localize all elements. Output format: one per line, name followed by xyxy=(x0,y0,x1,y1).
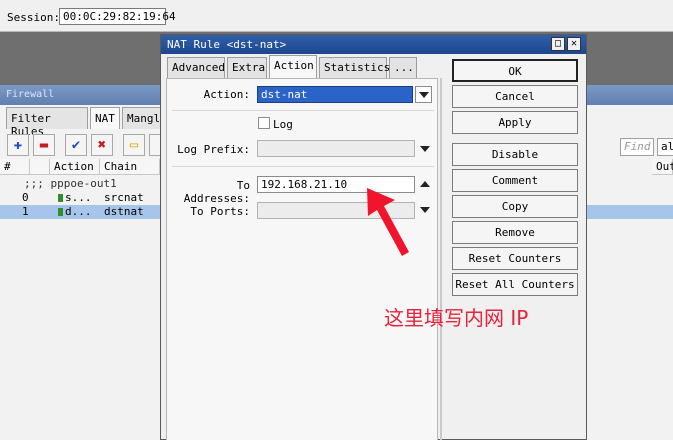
flag-icon xyxy=(58,194,63,202)
enable-button[interactable]: ✔ xyxy=(65,134,87,156)
column-flags[interactable] xyxy=(30,159,50,175)
disable-button[interactable]: Disable xyxy=(452,143,578,166)
maximize-button[interactable]: □ xyxy=(551,37,565,51)
rule-action: s... xyxy=(54,191,96,204)
comment-text: ;;; pppoe-out1 xyxy=(24,177,117,190)
log-prefix-label: Log Prefix: xyxy=(177,143,250,156)
tab-nat[interactable]: NAT xyxy=(90,107,120,129)
tab-mangle[interactable]: Mangle xyxy=(122,107,167,129)
comment-button[interactable]: ▭ xyxy=(123,134,145,156)
column-chain[interactable]: Chain xyxy=(100,159,160,175)
annotation-arrow xyxy=(367,188,409,256)
disable-button[interactable]: ✖ xyxy=(91,134,113,156)
action-select[interactable]: dst-nat xyxy=(257,86,413,103)
action-label: Action: xyxy=(203,88,250,101)
close-button[interactable]: ✕ xyxy=(567,37,581,51)
tab-advanced[interactable]: Advanced xyxy=(167,57,225,78)
rule-chain: dstnat xyxy=(104,205,144,218)
tab-extra[interactable]: Extra xyxy=(227,57,267,78)
cancel-button[interactable]: Cancel xyxy=(452,85,578,108)
rule-action: d... xyxy=(54,205,96,218)
column-action[interactable]: Action xyxy=(50,159,100,175)
arrow-icon xyxy=(367,188,409,256)
log-checkbox[interactable] xyxy=(258,117,270,129)
minus-icon: ▬ xyxy=(39,137,49,153)
remove-button[interactable]: Remove xyxy=(452,221,578,244)
plus-icon: ✚ xyxy=(13,137,23,153)
reset-all-counters-button[interactable]: Reset All Counters xyxy=(452,273,578,296)
divider xyxy=(172,110,434,111)
scope-select[interactable]: al xyxy=(657,138,673,156)
log-label: Log xyxy=(273,118,293,131)
to-addresses-label: To Addresses: xyxy=(183,179,250,205)
tab-statistics[interactable]: Statistics xyxy=(319,57,390,78)
rule-chain: srcnat xyxy=(104,191,144,204)
check-icon: ✔ xyxy=(71,137,81,153)
column-out[interactable]: Out xyxy=(652,159,673,175)
to-ports-label: To Ports: xyxy=(190,205,250,218)
rule-number: 0 xyxy=(22,191,29,204)
dialog-title: NAT Rule <dst-nat> xyxy=(161,35,586,54)
apply-button[interactable]: Apply xyxy=(452,111,578,134)
maximize-icon: □ xyxy=(554,38,562,49)
tab-filter-rules[interactable]: Filter Rules xyxy=(6,107,88,138)
annotation-text: 这里填写内网 IP xyxy=(384,306,529,330)
tab-more[interactable]: ... xyxy=(389,57,417,78)
panel-divider xyxy=(440,78,442,440)
remove-button[interactable]: ▬ xyxy=(33,134,55,156)
divider xyxy=(172,166,434,167)
note-icon: ▭ xyxy=(129,137,139,153)
action-dropdown-button[interactable] xyxy=(415,86,432,103)
find-input[interactable]: Find xyxy=(620,138,654,156)
tab-action[interactable]: Action xyxy=(269,55,317,78)
cross-icon: ✖ xyxy=(97,137,107,153)
column-number[interactable]: # xyxy=(0,159,30,175)
flag-icon xyxy=(58,208,63,216)
rule-number: 1 xyxy=(22,205,29,218)
session-label: Session: xyxy=(7,11,60,24)
chevron-down-icon xyxy=(419,92,429,98)
chevron-down-icon[interactable] xyxy=(420,146,430,152)
comment-button[interactable]: Comment xyxy=(452,169,578,192)
ok-button[interactable]: OK xyxy=(452,59,578,82)
log-prefix-input[interactable] xyxy=(257,140,415,157)
session-field[interactable]: 00:0C:29:82:19:64 xyxy=(59,8,176,25)
add-button[interactable]: ✚ xyxy=(7,134,29,156)
copy-button[interactable]: Copy xyxy=(452,195,578,218)
close-icon: ✕ xyxy=(570,38,578,49)
reset-counters-button[interactable]: Reset Counters xyxy=(452,247,578,270)
